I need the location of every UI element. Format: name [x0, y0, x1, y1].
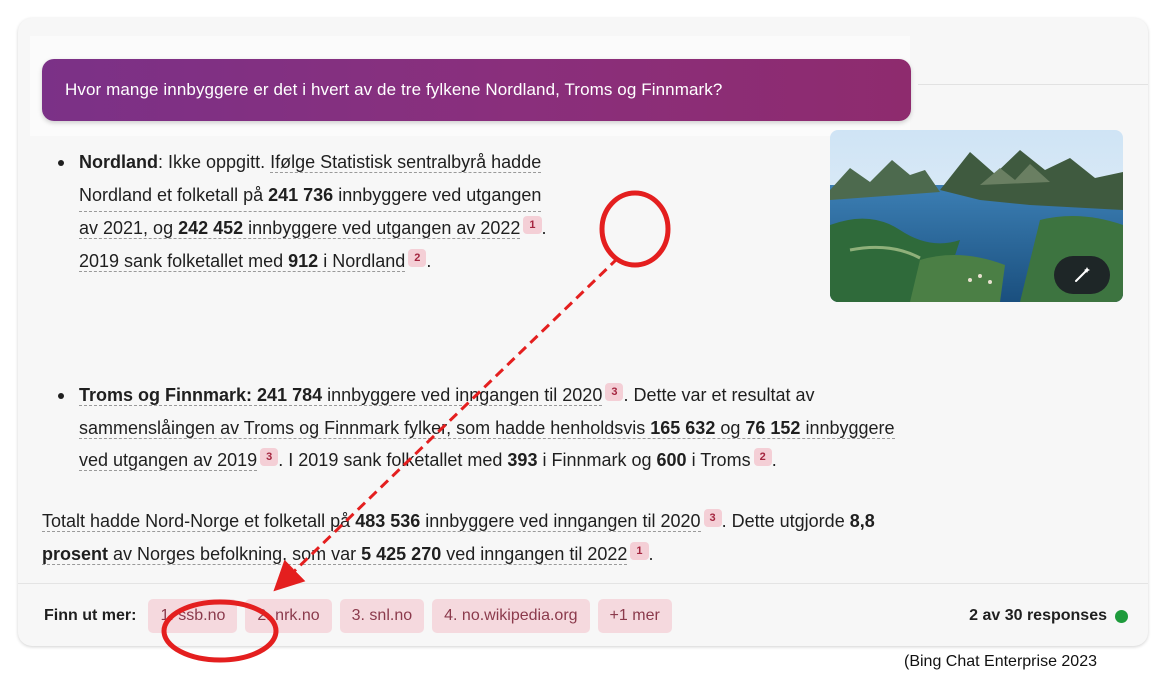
magic-wand-button[interactable] — [1054, 256, 1110, 294]
troms-line-1: Troms og Finnmark: 241 784 innbyggere ve… — [79, 383, 815, 406]
nordland-line-1: Nordland: Ikke oppgitt. Ifølge Statistis… — [79, 152, 542, 173]
source-chip-wikipedia[interactable]: 4. no.wikipedia.org — [432, 599, 590, 633]
citation-1b[interactable]: 1 — [630, 541, 649, 560]
troms-heading: Troms og Finnmark — [79, 385, 247, 405]
nordland-line-2: Nordland et folketall på 241 736 innbygg… — [79, 179, 542, 212]
learn-more-label: Finn ut mer: — [44, 607, 137, 624]
more-sources-chip[interactable]: +1 mer — [597, 599, 672, 633]
total-line-1: Totalt hadde Nord-Norge et folketall på … — [42, 509, 875, 532]
citation-2[interactable]: 2 — [408, 248, 427, 267]
citation-3b[interactable]: 3 — [260, 448, 279, 466]
nordland-line-3: av 2021, og 242 452 innbyggere ved utgan… — [79, 216, 547, 239]
total-paragraph: Totalt hadde Nord-Norge et folketall på … — [42, 505, 1132, 570]
citation-3c[interactable]: 3 — [703, 509, 722, 527]
source-chip-nrk[interactable]: 2. nrk.no — [245, 599, 332, 633]
troms-line-2: sammenslåingen av Troms og Finnmark fylk… — [79, 417, 895, 439]
response-counter: 2 av 30 responses — [969, 599, 1128, 633]
learn-more-bar: Finn ut mer: 1. ssb.no 2. nrk.no 3. snl.… — [44, 599, 672, 633]
nordland-heading: Nordland — [79, 152, 158, 172]
troms-line-3: ved utgangen av 2019 3. I 2019 sank folke… — [79, 448, 777, 471]
source-chip-ssb[interactable]: 1. ssb.no — [148, 599, 238, 633]
chat-response-card: Hvor mange innbyggere er det i hvert av … — [18, 18, 1148, 646]
total-line-2: prosent av Norges befolkning, som var 5 … — [42, 541, 654, 565]
magic-wand-icon — [1075, 267, 1090, 282]
nordland-bullet: Nordland: Ikke oppgitt. Ifølge Statistis… — [58, 146, 799, 277]
citation-2b[interactable]: 2 — [753, 448, 772, 466]
user-query-bubble: Hvor mange innbyggere er det i hvert av … — [42, 59, 911, 121]
header-divider — [918, 84, 1148, 85]
citation-3[interactable]: 3 — [605, 383, 624, 401]
troms-bullet: Troms og Finnmark: 241 784 innbyggere ve… — [58, 379, 1139, 477]
source-chip-snl[interactable]: 3. snl.no — [339, 599, 425, 633]
citation-1[interactable]: 1 — [523, 216, 542, 234]
footer-divider — [18, 583, 1148, 584]
query-area: Hvor mange innbyggere er det i hvert av … — [30, 36, 911, 136]
source-caption: (Bing Chat Enterprise 2023 — [904, 653, 1097, 670]
status-dot — [1115, 609, 1128, 623]
nordland-line-4: 2019 sank folketallet med 912 i Nordland… — [79, 248, 432, 272]
